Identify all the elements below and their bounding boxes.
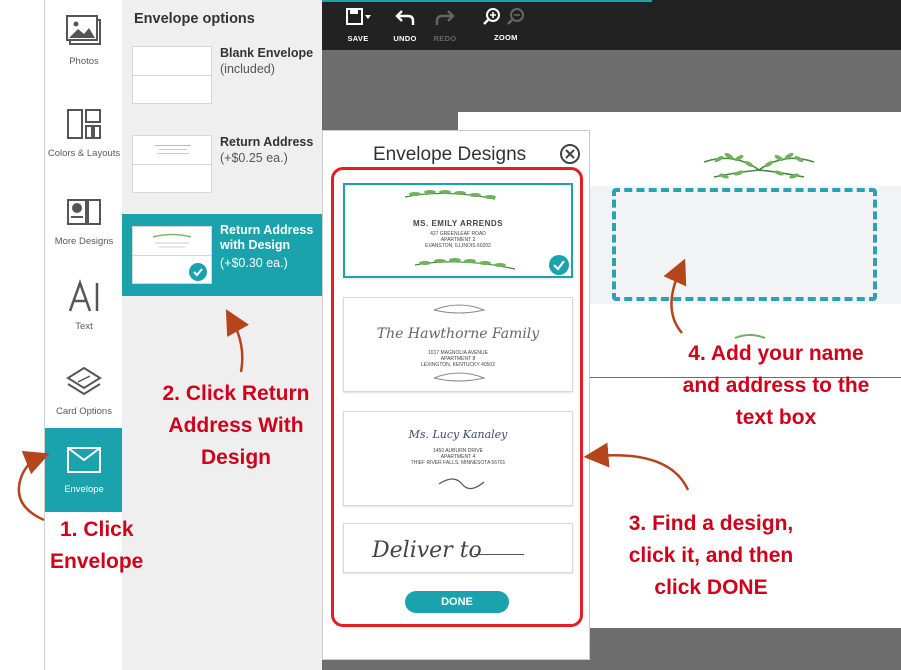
option-title: Return Address with Design [220,223,314,252]
redo-label: REDO [433,34,457,43]
save-label: SAVE [347,34,369,43]
annotation-line: Envelope [50,550,144,573]
option-return-address-with-design[interactable]: Return Address with Design (+$0.30 ea.) [122,214,322,296]
photos-icon [66,15,101,45]
zoom-label-wrap: ZOOM [494,33,518,42]
annotation-step2: 2. Click Return Address With Design [150,378,322,474]
envelope-thumbnail [132,46,212,104]
annotation-line: 4. Add your name [688,342,864,365]
modal-title: Envelope Designs [373,144,527,165]
annotation-line: 1. Click [60,518,134,541]
arrow-step1 [17,451,50,522]
envelope-thumbnail [132,226,212,284]
zoom-label: ZOOM [494,33,518,42]
annotation-line: 2. Click Return [162,382,310,405]
annotation-line: text box [735,406,817,429]
sidebar-item-label: Envelope [64,484,104,495]
annotation-step4: 4. Add your name and address to the text… [664,338,888,434]
zoom-out-icon [507,8,524,25]
editor-toolbar: SAVE UNDO REDO ZOOM [322,0,901,50]
undo-label: UNDO [393,34,417,43]
annotation-line: click it, and then [628,544,794,567]
annotation-step3: 3. Find a design, click it, and then cli… [606,508,816,604]
annotation-line: and address to the [682,374,870,397]
zoom-in-icon [483,8,500,25]
annotation-line: Address With [168,414,304,437]
sidebar-item-label: Colors & Layouts [47,148,121,159]
sidebar-item-label: Photos [69,56,99,67]
card-options-icon [66,366,102,396]
sidebar-item-envelope[interactable]: Envelope [45,428,123,512]
selected-check-icon [189,263,207,281]
panel-title: Envelope options [134,11,255,27]
redo-button[interactable]: REDO [428,7,462,43]
option-title: Return Address [220,135,314,149]
sidebar-item-label: Text [75,321,93,332]
redo-icon [435,10,455,25]
sidebar-item-label: More Designs [54,236,114,247]
more-designs-icon [67,199,101,225]
zoom-in-button[interactable] [482,7,502,32]
sidebar-item-more-designs[interactable]: More Designs [45,180,123,264]
option-price: (+$0.30 ea.) [220,256,288,270]
undo-button[interactable]: UNDO [388,7,422,43]
sidebar-item-text[interactable]: Text [45,265,123,349]
option-price: (+$0.25 ea.) [220,151,288,165]
option-title: Blank Envelope [220,46,314,60]
accent-strip [322,0,652,2]
sidebar-item-colors-layouts[interactable]: Colors & Layouts [45,92,123,176]
close-icon[interactable] [559,143,581,165]
sidebar-item-label: Card Options [56,406,112,417]
envelope-icon [67,447,101,473]
layouts-icon [67,109,101,139]
leaf-design-icon [152,233,192,248]
sidebar-item-photos[interactable]: Photos [45,0,123,84]
annotation-line: 3. Find a design, [628,512,794,535]
save-icon [346,8,371,25]
undo-icon [395,10,415,25]
option-price: (included) [220,62,275,76]
annotation-line: click DONE [654,576,768,599]
zoom-out-button[interactable] [506,7,526,32]
modal-highlight-box [331,167,583,627]
envelope-thumbnail [132,135,212,193]
save-button[interactable]: SAVE [340,7,376,43]
option-return-address[interactable]: Return Address (+$0.25 ea.) [122,135,322,217]
annotation-line: Design [200,446,271,469]
annotation-step1: 1. Click Envelope [50,514,160,578]
sidebar-item-card-options[interactable]: Card Options [45,350,123,434]
option-blank-envelope[interactable]: Blank Envelope (included) [122,46,322,128]
return-address-text-box[interactable] [612,188,877,301]
text-icon [68,279,99,312]
